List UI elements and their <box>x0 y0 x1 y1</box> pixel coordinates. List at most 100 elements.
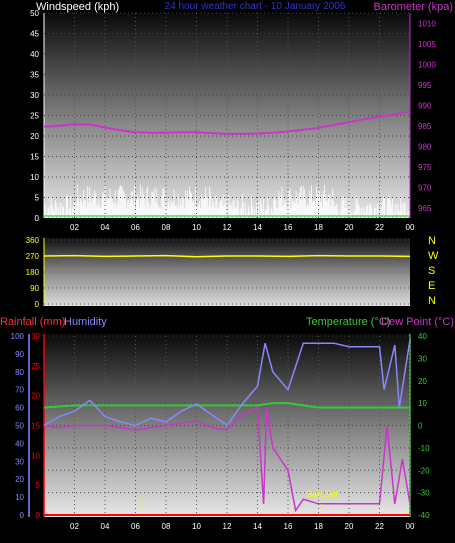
rain-tick-label: 5 <box>36 481 41 490</box>
wind-plot-area <box>44 13 410 218</box>
compass-labels: NWSEN <box>428 235 439 307</box>
wind-x-tick-label: 02 <box>70 223 79 232</box>
humidity-tick-label: 50 <box>15 422 24 431</box>
humidity-ticks: 0 10 20 30 40 50 60 70 80 90 100 <box>11 332 25 520</box>
baro-tick-label: 1010 <box>418 19 436 28</box>
wind-tick-label: 10 <box>30 173 39 182</box>
wind-x-tick-label: 08 <box>162 223 171 232</box>
direction-tick-label: 0 <box>35 300 40 309</box>
temp-x-tick-label: 16 <box>284 522 293 531</box>
temp-tick-label: 30 <box>418 354 427 363</box>
temp-x-tick-label: 20 <box>345 522 354 531</box>
baro-tick-label: 985 <box>418 122 432 131</box>
dewpoint-axis-title: Dew Point (°C) <box>381 316 454 328</box>
compass-letter: N <box>428 235 436 247</box>
temp-x-tick-label: 04 <box>101 522 110 531</box>
baro-tick-label: 1000 <box>418 60 436 69</box>
humidity-tick-label: 70 <box>15 386 24 395</box>
wind-x-tick-label: 14 <box>253 223 262 232</box>
baro-tick-label: 970 <box>418 183 432 192</box>
temp-x-tick-label: 14 <box>253 522 262 531</box>
rain-tick-label: 15 <box>31 422 40 431</box>
humidity-tick-label: 30 <box>15 457 24 466</box>
chart-title: 24 hour weather chart - 10 January 2006 <box>165 1 346 12</box>
temp-tick-label: -30 <box>418 489 430 498</box>
direction-panel: 090180270360 NWSEN <box>26 235 439 309</box>
humidity-tick-label: 20 <box>15 475 24 484</box>
wind-x-tick-label: 18 <box>314 223 323 232</box>
wind-tick-label: 40 <box>30 50 39 59</box>
wind-x-tick-label: 00 <box>406 223 415 232</box>
rain-tick-label: 20 <box>31 392 40 401</box>
humidity-tick-label: 80 <box>15 368 24 377</box>
compass-letter: N <box>428 295 436 307</box>
temp-tick-label: 20 <box>418 377 427 386</box>
humidity-tick-label: 60 <box>15 404 24 413</box>
wind-tick-label: 0 <box>35 214 40 223</box>
humidity-tick-label: 100 <box>11 332 25 341</box>
baro-tick-label: 995 <box>418 81 432 90</box>
temp-tick-label: 10 <box>418 399 427 408</box>
wind-x-tick-label: 22 <box>375 223 384 232</box>
temp-x-tick-label: 18 <box>314 522 323 531</box>
wind-tick-label: 5 <box>35 194 40 203</box>
sunset-label: Sun Set <box>306 489 339 499</box>
wind-x-tick-label: 10 <box>192 223 201 232</box>
rainfall-axis-title: Rainfall (mm) <box>0 316 65 328</box>
temp-humidity-panel: 0102030405060708090100 051015202530 -40-… <box>11 332 430 531</box>
wind-tick-label: 15 <box>30 153 39 162</box>
rain-tick-label: 25 <box>31 362 40 371</box>
temp-x-tick-label: 10 <box>192 522 201 531</box>
rain-tick-label: 10 <box>31 451 40 460</box>
baro-tick-label: 1005 <box>418 40 436 49</box>
temp-tick-label: -40 <box>418 511 430 520</box>
direction-tick-label: 360 <box>26 236 40 245</box>
temp-x-tick-label: 02 <box>70 522 79 531</box>
rain-tick-label: 0 <box>36 511 41 520</box>
baro-tick-label: 965 <box>418 204 432 213</box>
temp-tick-label: 40 <box>418 332 427 341</box>
wind-tick-label: 30 <box>30 91 39 100</box>
compass-letter: E <box>428 280 435 292</box>
windspeed-axis-title: Windspeed (kph) <box>36 1 119 13</box>
baro-tick-label: 975 <box>418 163 432 172</box>
rain-ticks: 0 5 10 15 20 25 30 <box>31 332 40 520</box>
wind-tick-label: 35 <box>30 71 39 80</box>
wind-x-tick-label: 12 <box>223 223 232 232</box>
wind-x-ticks: 02 04 06 08 10 12 14 16 18 20 22 00 <box>70 223 415 232</box>
temperature-axis-title: Temperature (°C) <box>306 316 390 328</box>
direction-ticks: 0 90 180 270 360 <box>26 236 40 309</box>
rain-tick-label: 30 <box>31 332 40 341</box>
wind-tick-label: 25 <box>30 112 39 121</box>
wind-baro-panel: 05101520253035404550 9659709759809859909… <box>30 9 436 232</box>
compass-letter: S <box>428 265 435 277</box>
temp-tick-label: -20 <box>418 466 430 475</box>
wind-x-tick-label: 04 <box>101 223 110 232</box>
wind-x-tick-label: 06 <box>131 223 140 232</box>
humidity-axis-title: Humidity <box>64 316 107 328</box>
temp-x-tick-label: 08 <box>162 522 171 531</box>
baro-tick-label: 990 <box>418 101 432 110</box>
temp-x-tick-label: 06 <box>131 522 140 531</box>
temp-x-tick-label: 00 <box>406 522 415 531</box>
humidity-tick-label: 40 <box>15 439 24 448</box>
direction-plot-area <box>44 238 410 306</box>
weather-chart: 05101520253035404550 9659709759809859909… <box>0 1 454 531</box>
direction-line <box>43 254 411 258</box>
wind-x-tick-label: 16 <box>284 223 293 232</box>
baro-tick-label: 980 <box>418 142 432 151</box>
wind-right-ticks: 965 970 975 980 985 990 995 1000 1005 1010 <box>418 19 436 213</box>
direction-tick-label: 90 <box>30 284 39 293</box>
humidity-tick-label: 10 <box>15 493 24 502</box>
temp-x-ticks: 02 04 06 08 10 12 14 16 18 20 22 00 <box>70 522 415 531</box>
wind-left-ticks: 05101520253035404550 <box>30 9 39 223</box>
temp-tick-label: -10 <box>418 444 430 453</box>
temp-x-tick-label: 22 <box>375 522 384 531</box>
direction-tick-label: 180 <box>26 268 40 277</box>
wind-tick-label: 20 <box>30 132 39 141</box>
compass-letter: W <box>428 250 439 262</box>
temp-x-tick-label: 12 <box>223 522 232 531</box>
humidity-tick-label: 0 <box>20 511 25 520</box>
wind-tick-label: 45 <box>30 30 39 39</box>
temp-ticks: -40 -30 -20 -10 0 10 20 30 40 <box>418 332 430 520</box>
